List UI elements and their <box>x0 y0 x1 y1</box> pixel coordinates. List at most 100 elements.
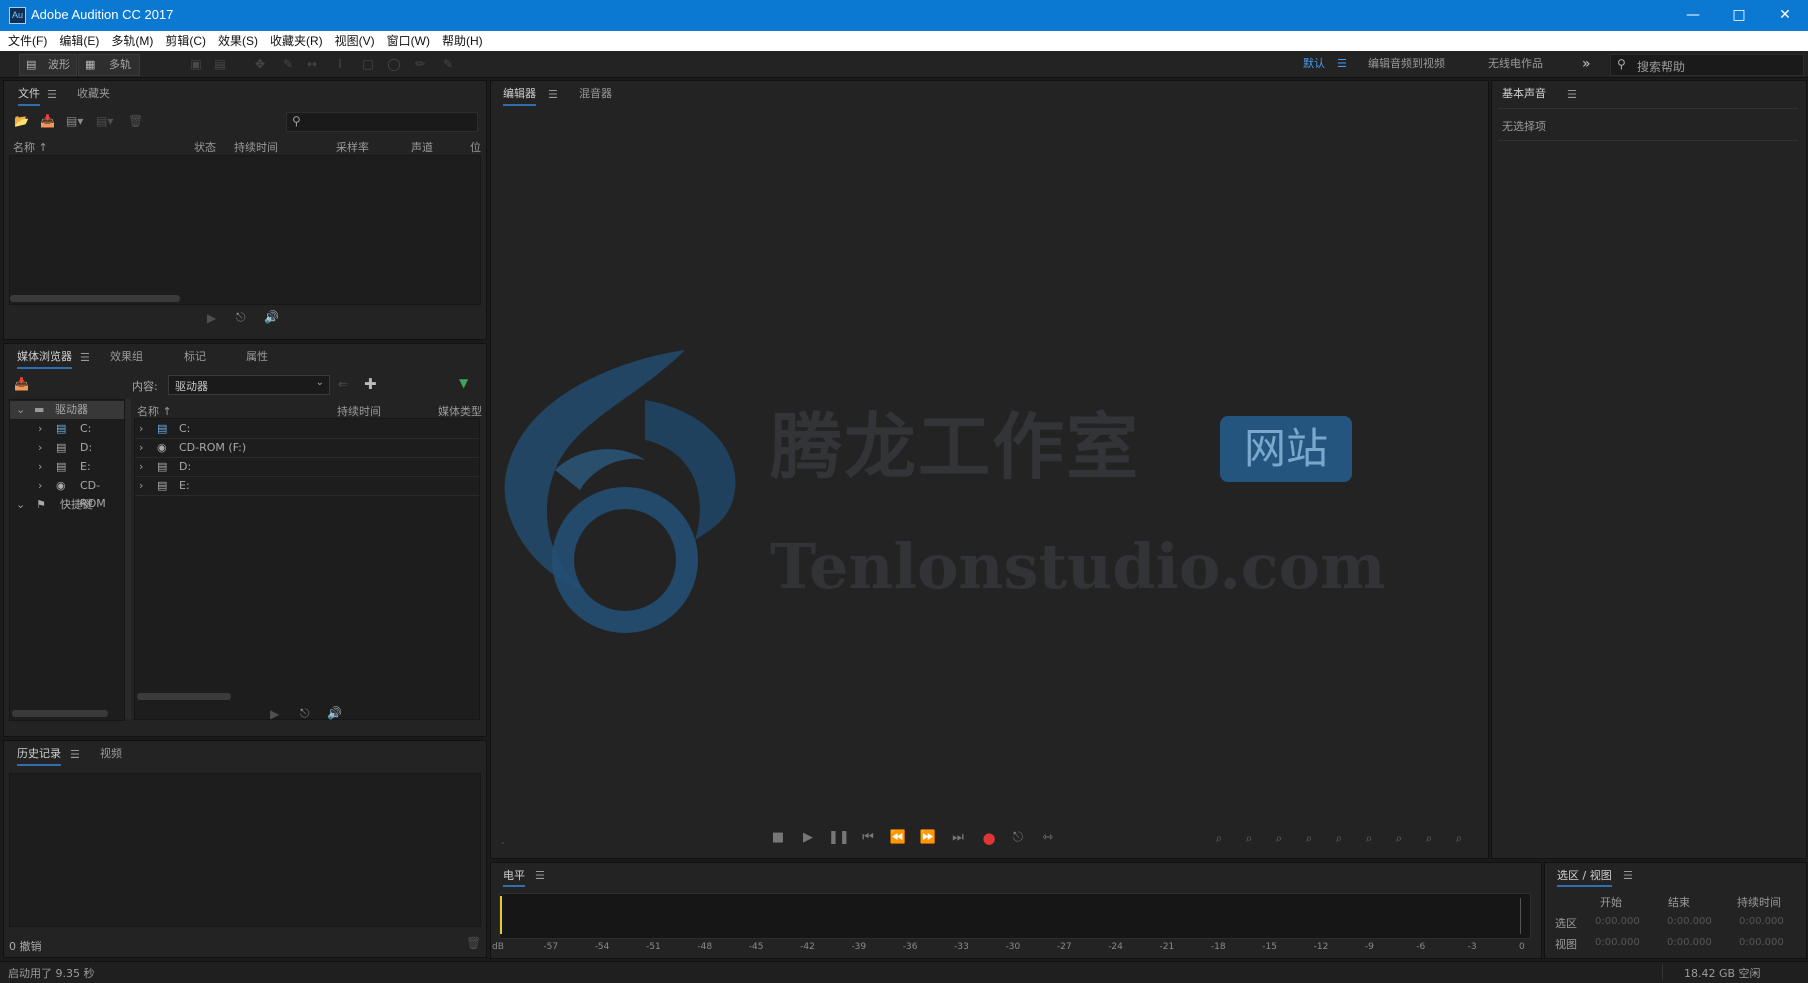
tab-levels[interactable]: 电平 <box>503 867 525 887</box>
zoom-out-time-icon[interactable]: ⌕ <box>1298 829 1320 847</box>
stop-icon[interactable]: ■ <box>768 829 788 847</box>
import-file-icon[interactable]: 📥 <box>40 114 55 128</box>
razor-tool-icon[interactable]: ✎ <box>280 57 296 71</box>
level-meter-menu-icon[interactable]: ☰ <box>535 869 545 882</box>
zoom-in-at-start-icon[interactable]: ⌕ <box>1358 829 1380 847</box>
list-horizontal-scrollbar[interactable] <box>137 693 231 700</box>
menu-window[interactable]: 窗口(W) <box>381 31 436 51</box>
tab-media-browser[interactable]: 媒体浏览器 <box>17 347 72 369</box>
tab-effects-rack[interactable]: 效果组 <box>110 347 143 367</box>
col-name[interactable]: 名称 ↑ <box>137 403 172 419</box>
files-list[interactable] <box>9 155 481 305</box>
workspace-menu-icon[interactable]: ☰ <box>1337 51 1347 77</box>
delete-icon[interactable]: 🗑 <box>128 114 143 128</box>
col-channels[interactable]: 声道 <box>411 139 433 155</box>
workspace-radio-production[interactable]: 无线电作品 <box>1488 51 1543 77</box>
selection-end[interactable]: 0:00.000 <box>1667 916 1712 927</box>
pause-icon[interactable]: ❚❚ <box>828 829 850 847</box>
col-duration[interactable]: 持续时间 <box>234 139 278 155</box>
media-browser-menu-icon[interactable]: ☰ <box>80 351 90 364</box>
minimize-button[interactable]: — <box>1670 0 1716 31</box>
auto-play-speaker-icon[interactable]: 🔊 <box>264 310 279 324</box>
col-bits[interactable]: 位 <box>470 139 481 155</box>
back-arrow-icon[interactable]: ⇐ <box>338 377 348 391</box>
zoom-to-selection-icon[interactable]: ⌕ <box>1418 829 1440 847</box>
lasso-tool-icon[interactable]: ◯ <box>386 57 402 71</box>
delete-icon[interactable]: 🗑 <box>466 936 481 950</box>
zoom-in-time-icon[interactable]: ⌕ <box>1268 829 1290 847</box>
filter-icon[interactable]: ▼ <box>459 376 468 390</box>
col-sample-rate[interactable]: 采样率 <box>336 139 369 155</box>
more-workspaces-icon[interactable]: » <box>1582 51 1591 77</box>
loop-playback-icon[interactable]: ⎋ <box>1008 829 1028 847</box>
move-to-next-icon[interactable]: ⏭ <box>948 829 968 847</box>
tab-files[interactable]: 文件 <box>18 84 40 106</box>
menu-edit[interactable]: 编辑(E) <box>53 31 105 51</box>
skip-selection-icon[interactable]: ⇿ <box>1038 829 1058 847</box>
menu-clip[interactable]: 剪辑(C) <box>159 31 212 51</box>
record-icon[interactable]: ● <box>979 829 999 847</box>
zoom-out-amplitude-icon[interactable]: ⌕ <box>1238 829 1260 847</box>
menu-view[interactable]: 视图(V) <box>329 31 381 51</box>
menu-effects[interactable]: 效果(S) <box>212 31 264 51</box>
play-icon[interactable]: ▶ <box>798 829 818 847</box>
col-name[interactable]: 名称 ↑ <box>13 139 48 155</box>
list-item[interactable]: › ▤ D: <box>135 458 479 477</box>
selection-duration[interactable]: 0:00.000 <box>1739 916 1784 927</box>
list-item[interactable]: › ▤ E: <box>135 477 479 496</box>
tab-selection-view[interactable]: 选区 / 视图 <box>1557 867 1612 887</box>
tab-mixer[interactable]: 混音器 <box>579 84 612 104</box>
loop-playback-icon[interactable]: ⎋ <box>300 706 310 721</box>
rewind-icon[interactable]: ⏪ <box>888 829 908 847</box>
zoom-out-full-icon[interactable]: ⌕ <box>1328 829 1350 847</box>
view-duration[interactable]: 0:00.000 <box>1739 937 1784 948</box>
tree-horizontal-scrollbar[interactable] <box>12 710 108 717</box>
zoom-in-amplitude-icon[interactable]: ⌕ <box>1208 829 1230 847</box>
tree-item-c[interactable]: › ▤ C: <box>10 420 124 438</box>
insert-into-multitrack-icon[interactable]: ▤▾ <box>96 114 113 128</box>
list-item[interactable]: › ▤ C: <box>135 420 479 439</box>
essential-sound-menu-icon[interactable]: ☰ <box>1567 88 1577 101</box>
col-status[interactable]: 状态 <box>194 139 216 155</box>
spectral-display-icon[interactable]: ▣ <box>188 57 204 71</box>
view-end[interactable]: 0:00.000 <box>1667 937 1712 948</box>
tree-item-shortcuts[interactable]: ⌄ ⚑ 快捷键 <box>10 496 124 514</box>
play-icon[interactable]: ▶ <box>270 707 279 721</box>
list-item[interactable]: › ◉ CD-ROM (F:) <box>135 439 479 458</box>
drive-tree[interactable]: ⌄ ▬ 驱动器 › ▤ C: › ▤ D: › ▤ E: › ◉ CD-ROM … <box>9 399 125 721</box>
tab-properties[interactable]: 属性 <box>246 347 268 367</box>
brush-tool-icon[interactable]: ✏ <box>412 57 428 71</box>
zoom-in-at-end-icon[interactable]: ⌕ <box>1388 829 1410 847</box>
history-list[interactable] <box>9 773 481 927</box>
tab-video[interactable]: 视频 <box>100 744 122 764</box>
tree-item-d[interactable]: › ▤ D: <box>10 439 124 457</box>
menu-help[interactable]: 帮助(H) <box>436 31 489 51</box>
search-help-field[interactable]: ⚲ 搜索帮助 <box>1610 54 1804 76</box>
zoom-to-tracks-icon[interactable]: ⌕ <box>1448 829 1470 847</box>
workspace-default[interactable]: 默认 <box>1303 51 1325 77</box>
history-menu-icon[interactable]: ☰ <box>70 748 80 761</box>
tab-history[interactable]: 历史记录 <box>17 744 61 766</box>
selection-view-menu-icon[interactable]: ☰ <box>1623 869 1633 882</box>
files-panel-menu-icon[interactable]: ☰ <box>47 88 57 101</box>
maximize-button[interactable]: □ <box>1716 0 1762 31</box>
tab-markers[interactable]: 标记 <box>184 347 206 367</box>
slip-tool-icon[interactable]: ↔ <box>304 57 320 71</box>
pane-splitter[interactable] <box>125 399 131 719</box>
move-tool-icon[interactable]: ✥ <box>252 57 268 71</box>
tab-editor[interactable]: 编辑器 <box>503 84 536 106</box>
move-to-previous-icon[interactable]: ⏮ <box>858 829 878 847</box>
media-list[interactable]: › ▤ C: › ◉ CD-ROM (F:) › ▤ D: › ▤ E: <box>134 418 480 720</box>
files-search-input[interactable]: ⚲ <box>286 112 478 132</box>
spot-healing-tool-icon[interactable]: ✎ <box>440 57 456 71</box>
content-dropdown[interactable]: 驱动器 ⌄ <box>168 375 330 395</box>
open-file-icon[interactable]: 📂 <box>14 114 29 128</box>
close-button[interactable]: ✕ <box>1762 0 1808 31</box>
tree-item-drives[interactable]: ⌄ ▬ 驱动器 <box>10 401 124 419</box>
fast-forward-icon[interactable]: ⏩ <box>918 829 938 847</box>
tree-item-cdrom[interactable]: › ◉ CD-ROM <box>10 477 124 510</box>
marquee-tool-icon[interactable]: □ <box>360 57 376 71</box>
auto-play-speaker-icon[interactable]: 🔊 <box>327 706 342 720</box>
col-duration[interactable]: 持续时间 <box>337 403 381 419</box>
editor-menu-icon[interactable]: ☰ <box>548 88 558 101</box>
